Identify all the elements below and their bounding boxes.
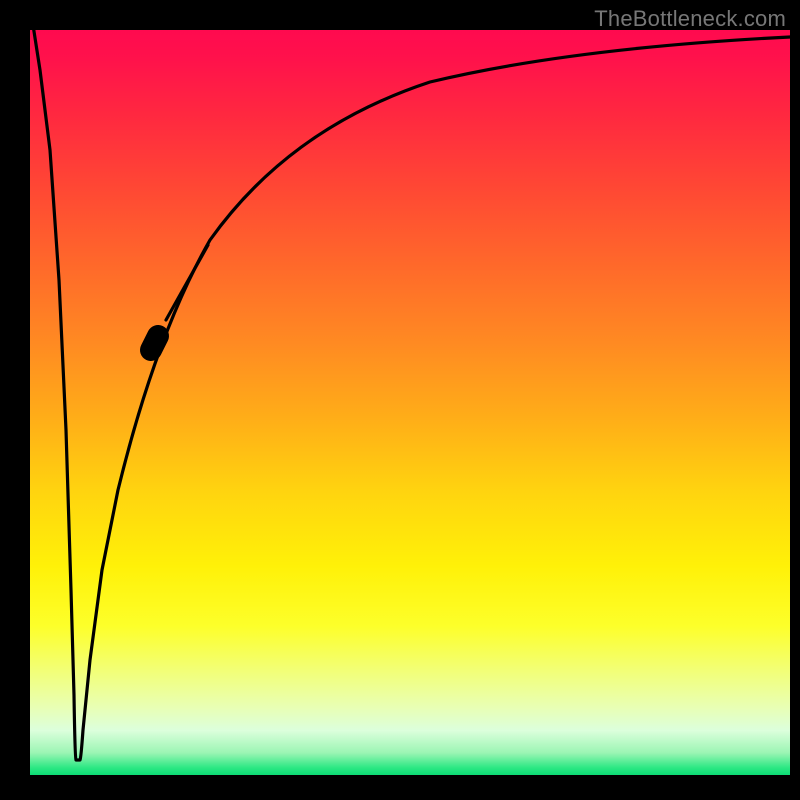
bottleneck-curve	[33, 30, 790, 760]
watermark-text: TheBottleneck.com	[594, 6, 786, 32]
curve-group	[33, 30, 790, 760]
highlight-lower-dot	[151, 336, 158, 350]
chart-frame: TheBottleneck.com	[0, 0, 800, 800]
highlight-upper-segment	[166, 245, 208, 320]
plot-area	[30, 30, 790, 775]
curve-layer	[30, 30, 790, 775]
highlight-group	[151, 245, 208, 350]
